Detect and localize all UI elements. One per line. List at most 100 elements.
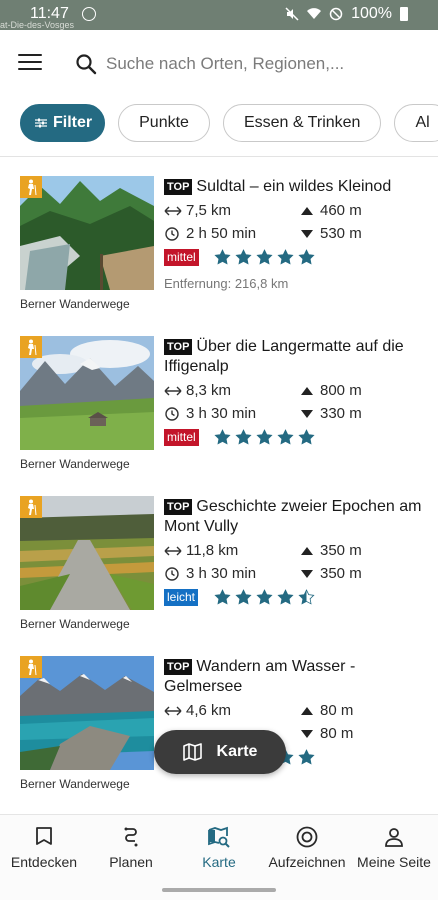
descent: 330 m [298,405,362,422]
search-icon[interactable] [74,52,98,76]
tour-author: Berner Wanderwege [20,617,130,631]
nav-my-page[interactable]: Meine Seite [349,825,438,870]
top-badge: TOP [164,339,193,355]
difficulty-badge: mittel [164,249,199,266]
ascent-icon [301,706,313,715]
search-input[interactable] [106,50,426,78]
star-icon [235,589,252,605]
tour-image [20,656,154,770]
star-icon [256,429,273,445]
descent-value: 330 m [320,405,362,422]
rating-stars [214,429,315,446]
star-icon [298,429,315,445]
map-icon [182,743,202,761]
hiking-icon [20,336,42,358]
ascent-icon [301,546,313,555]
ascent-value: 350 m [320,542,362,559]
tour-author: Berner Wanderwege [20,297,130,311]
tour-card[interactable]: Berner Wanderwege TOP Über die Langermatt… [0,317,438,477]
nav-map[interactable]: Karte [174,825,264,870]
duration: 2 h 50 min [164,225,256,242]
difficulty-badge: leicht [164,589,199,606]
menu-button[interactable] [18,54,42,74]
nav-label: Meine Seite [357,854,431,870]
ascent-value: 80 m [320,702,354,719]
tour-card[interactable]: Berner Wanderwege TOP Suldtal – ein wilde… [0,157,438,317]
hiking-icon [20,176,42,198]
nav-label: Aufzeichnen [268,854,346,870]
tour-title: TOP Suldtal – ein wildes Kleinod [164,177,426,197]
star-icon [298,589,315,605]
nav-label: Entdecken [10,854,78,870]
hamburger-line [18,68,42,70]
distance-value: 4,6 km [186,702,232,719]
star-icon [277,589,294,605]
difficulty-badge: mittel [164,429,199,446]
descent-value: 350 m [320,565,362,582]
bookmark-icon [36,827,52,845]
tour-title: TOP Geschichte zweier Epochen am Mont Vul… [164,497,426,537]
tour-title: TOP Über die Langermatte auf die Iffigena… [164,337,426,377]
ascent-icon [301,386,313,395]
chip-points[interactable]: Punkte [118,104,210,142]
distance: 8,3 km [164,382,231,399]
mute-icon [285,7,299,21]
tour-title-text: Über die Langermatte auf die Iffigenalp [164,338,404,375]
descent-icon [301,409,313,418]
star-icon [214,249,231,265]
distance: 4,6 km [164,702,231,719]
tour-title-text: Suldtal – ein wildes Kleinod [196,178,392,195]
route-icon [124,827,138,847]
nav-plan[interactable]: Planen [86,825,176,870]
descent-icon [301,229,313,238]
clock-icon [165,566,179,581]
star-icon [298,249,315,265]
descent-value: 80 m [320,725,354,742]
filter-button[interactable]: Filter [20,104,106,142]
home-indicator[interactable] [162,888,276,892]
star-icon [277,429,294,445]
chip-more[interactable]: Al [394,104,438,142]
tour-author: Berner Wanderwege [20,777,130,791]
star-icon [256,589,273,605]
filter-label: Filter [53,114,93,131]
duration-value: 2 h 50 min [186,225,257,242]
nav-discover[interactable]: Entdecken [0,825,89,870]
nav-record[interactable]: Aufzeichnen [262,825,352,870]
descent: 80 m [298,725,353,742]
tour-title-text: Geschichte zweier Epochen am Mont Vully [164,498,422,535]
status-time: 11:47 [30,5,69,22]
ascent-value: 460 m [320,202,362,219]
ascent-value: 800 m [320,382,362,399]
distance: 11,8 km [164,542,238,559]
distance: 7,5 km [164,202,231,219]
rating-stars [214,589,315,606]
hiking-icon [20,656,42,678]
filter-chips: Filter Punkte Essen & Trinken Al [20,104,438,150]
tour-image [20,336,154,450]
search-bar [0,30,438,100]
tour-card[interactable]: Berner Wanderwege TOP Geschichte zweier E… [0,477,438,637]
duration-value: 3 h 30 min [186,405,257,422]
distance-value: 7,5 km [186,202,232,219]
ascent: 350 m [298,542,362,559]
star-icon [298,749,315,765]
descent: 530 m [298,225,362,242]
star-icon [256,249,273,265]
distance-icon [164,386,182,395]
status-indicators: 100% [285,5,408,23]
chip-food-drink[interactable]: Essen & Trinken [222,104,382,142]
duration: 3 h 30 min [164,405,256,422]
hamburger-line [18,61,42,63]
status-bar: at-Die-des-Vosges 11:47 100% [0,0,438,30]
person-icon [385,828,403,847]
distance-value: 11,8 km [186,542,239,559]
descent: 350 m [298,565,362,582]
distance-icon [164,546,182,555]
star-icon [277,249,294,265]
sliders-icon [35,118,47,128]
battery-icon [400,7,408,21]
ascent: 460 m [298,202,362,219]
duration: 3 h 30 min [164,565,256,582]
map-button[interactable]: Karte [154,730,286,774]
